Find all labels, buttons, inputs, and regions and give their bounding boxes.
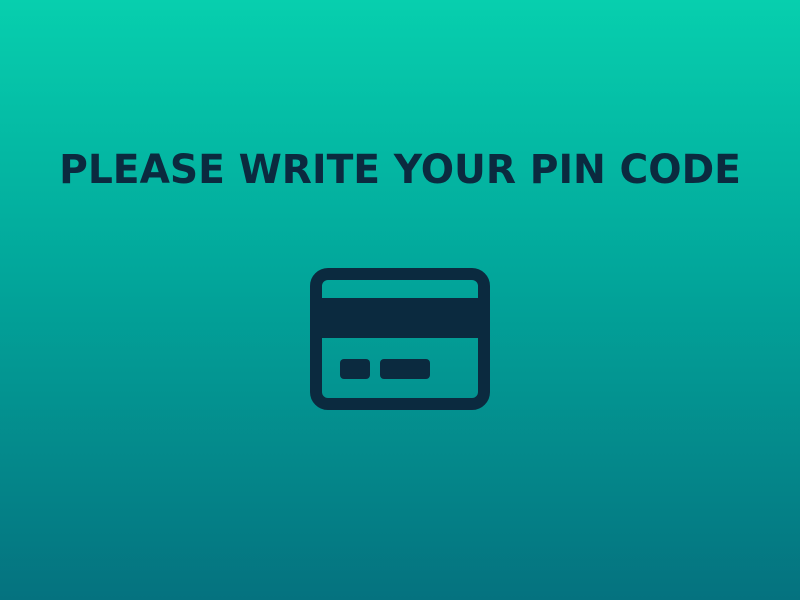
card-outline — [310, 268, 490, 410]
card-chip-left — [340, 359, 370, 379]
pin-prompt-screen: PLEASE WRITE YOUR PIN CODE — [0, 0, 800, 600]
card-chip-right — [380, 359, 430, 379]
pin-prompt-title: PLEASE WRITE YOUR PIN CODE — [59, 147, 741, 193]
credit-card-icon — [310, 268, 490, 410]
card-stripe — [316, 298, 484, 338]
